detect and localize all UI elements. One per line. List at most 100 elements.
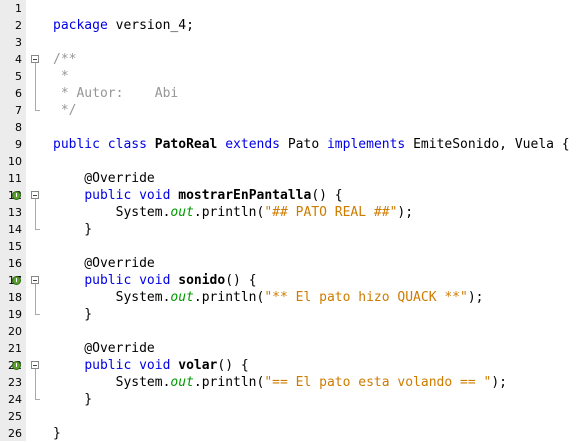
- code-editor[interactable]: 1 2 package version_4; 3 4/** 5 * 6 * Autor: A…: [0, 0, 584, 441]
- fold-guide-end: [35, 110, 40, 111]
- code-token: .println(: [193, 290, 265, 305]
- code-text: public class PatoReal extends Pato imple…: [53, 136, 570, 153]
- code-token: );: [397, 205, 414, 220]
- code-token: @Override: [53, 341, 155, 356]
- code-token: public: [84, 188, 132, 203]
- code-line[interactable]: 23 System.out.println("== El pato esta v…: [0, 374, 584, 391]
- fold-collapse-icon[interactable]: [31, 55, 39, 63]
- line-number: 7: [15, 104, 22, 117]
- code-token: /**: [53, 52, 77, 67]
- fold-collapse-icon[interactable]: [31, 361, 39, 369]
- code-line[interactable]: 18 System.out.println("** El pato hizo Q…: [0, 289, 584, 306]
- line-number: 3: [15, 36, 22, 49]
- code-line[interactable]: 11 @Override: [0, 170, 584, 187]
- code-line[interactable]: 22 public void volar() {: [0, 357, 584, 374]
- code-token: () {: [225, 273, 257, 288]
- code-text: }: [53, 391, 92, 408]
- code-line[interactable]: 25: [0, 408, 584, 425]
- code-text: public void sonido() {: [53, 272, 257, 289]
- code-token: );: [467, 290, 484, 305]
- code-text: System.out.println("## PATO REAL ##");: [53, 204, 413, 221]
- code-line[interactable]: 15: [0, 238, 584, 255]
- code-token: volar: [178, 358, 218, 373]
- code-line[interactable]: 26}: [0, 425, 584, 442]
- override-marker-icon[interactable]: [12, 191, 21, 200]
- fold-guide: [35, 199, 36, 229]
- code-text: }: [53, 221, 92, 238]
- line-number: 1: [15, 2, 22, 15]
- line-number: 2: [15, 19, 22, 32]
- code-text: @Override: [53, 170, 155, 187]
- code-token: .println(: [193, 375, 265, 390]
- line-number: 11: [8, 172, 22, 185]
- code-token: EmiteSonido, Vuela {: [405, 137, 570, 152]
- line-number: 25: [8, 410, 22, 423]
- line-number: 8: [15, 121, 22, 134]
- line-number: 16: [8, 257, 22, 270]
- override-marker-icon[interactable]: [12, 276, 21, 285]
- line-number: 13: [8, 206, 22, 219]
- code-token: *: [53, 69, 69, 84]
- fold-collapse-icon[interactable]: [31, 191, 39, 199]
- code-line[interactable]: 21 @Override: [0, 340, 584, 357]
- code-line[interactable]: 20: [0, 323, 584, 340]
- code-line[interactable]: 1: [0, 0, 584, 17]
- code-text: * Autor: Abi: [53, 85, 178, 102]
- code-token: System.: [53, 290, 171, 305]
- code-line[interactable]: 12 public void mostrarEnPantalla() {: [0, 187, 584, 204]
- code-line[interactable]: 17 public void sonido() {: [0, 272, 584, 289]
- code-line[interactable]: 19 }: [0, 306, 584, 323]
- code-text: }: [53, 425, 61, 442]
- fold-guide-end: [35, 314, 40, 315]
- code-text: System.out.println("** El pato hizo QUAC…: [53, 289, 484, 306]
- fold-collapse-icon[interactable]: [31, 276, 39, 284]
- line-number: 5: [15, 70, 22, 83]
- code-line[interactable]: 2 package version_4;: [0, 17, 584, 34]
- code-token: }: [53, 307, 93, 322]
- code-token: out: [170, 375, 194, 390]
- line-number: 14: [8, 223, 22, 236]
- code-text: */: [53, 102, 77, 119]
- code-line[interactable]: 6 * Autor: Abi: [0, 85, 584, 102]
- line-number: 21: [8, 342, 22, 355]
- code-text: public void volar() {: [53, 357, 248, 374]
- code-line[interactable]: 16 @Override: [0, 255, 584, 272]
- code-token: "** El pato hizo QUACK **": [264, 290, 468, 305]
- code-line[interactable]: 5 *: [0, 68, 584, 85]
- fold-guide: [35, 284, 36, 314]
- code-token: System.: [53, 205, 171, 220]
- code-token: @Override: [53, 171, 155, 186]
- code-text: /**: [53, 51, 76, 68]
- code-line[interactable]: 14 }: [0, 221, 584, 238]
- code-line[interactable]: 7 */: [0, 102, 584, 119]
- code-text: @Override: [53, 340, 155, 357]
- code-token: public: [84, 273, 132, 288]
- code-text: package version_4;: [53, 17, 194, 34]
- code-token: .println(: [193, 205, 265, 220]
- code-token: "## PATO REAL ##": [264, 205, 398, 220]
- code-token: void: [139, 358, 171, 373]
- override-marker-icon[interactable]: [12, 361, 21, 370]
- code-token: PatoReal: [154, 137, 218, 152]
- line-number: 19: [8, 308, 22, 321]
- code-line[interactable]: 3: [0, 34, 584, 51]
- code-line[interactable]: 4 /**: [0, 51, 584, 68]
- code-line[interactable]: 10: [0, 153, 584, 170]
- code-line[interactable]: 13 System.out.println("## PATO REAL ##")…: [0, 204, 584, 221]
- line-number: 23: [8, 376, 22, 389]
- code-line[interactable]: 24 }: [0, 391, 584, 408]
- code-line[interactable]: 8: [0, 119, 584, 136]
- line-number: 20: [8, 325, 22, 338]
- code-token: System.: [53, 375, 171, 390]
- fold-guide: [35, 369, 36, 399]
- line-number: 6: [15, 87, 22, 100]
- code-line[interactable]: 9 public class PatoReal extends Pato impl…: [0, 136, 584, 153]
- fold-guide-end: [35, 229, 40, 230]
